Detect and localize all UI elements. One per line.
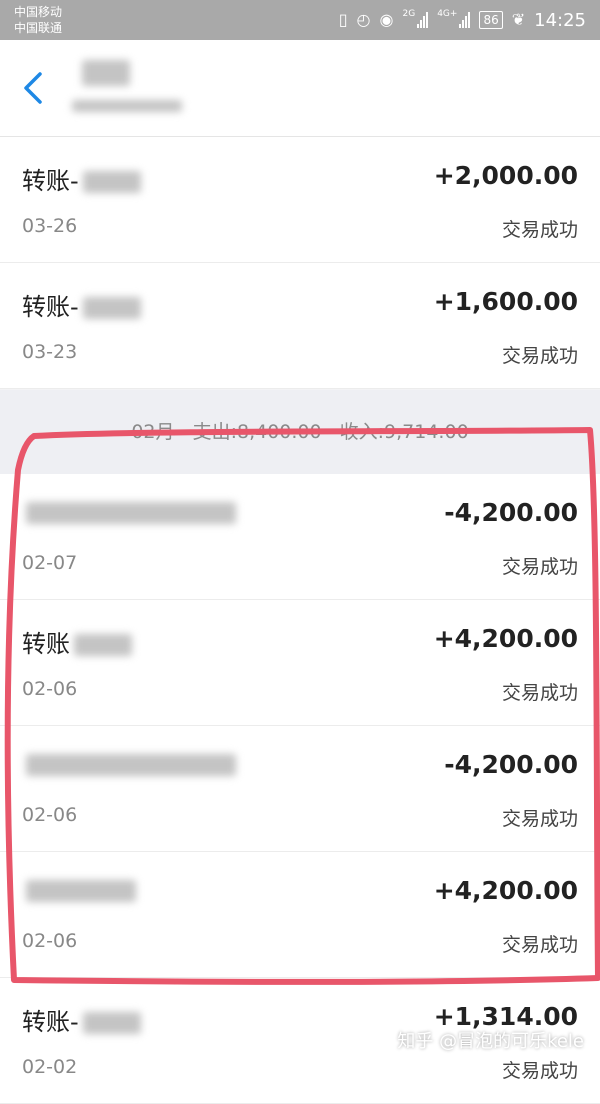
redacted-text (74, 634, 132, 656)
transaction-status: 交易成功 (501, 345, 578, 367)
transaction-item[interactable]: 转账- +1,600.00 03-23 交易成功 (0, 263, 600, 389)
transaction-item[interactable]: -4,200.00 02-06 交易成功 (0, 726, 600, 852)
transaction-status: 交易成功 (501, 1060, 578, 1082)
transaction-status: 交易成功 (501, 682, 578, 704)
transaction-group-february: -4,200.00 02-07 交易成功 转账 +4,200.00 02-06 … (0, 474, 600, 1104)
redacted-text (26, 502, 236, 524)
contact-name-redacted (82, 60, 130, 86)
transaction-name (22, 876, 136, 904)
transaction-amount: -4,200.00 (444, 750, 578, 779)
transaction-name: 转账- (22, 1002, 141, 1037)
transaction-date: 02-06 (22, 678, 78, 700)
transaction-status: 交易成功 (501, 556, 578, 578)
transaction-date: 02-06 (22, 930, 78, 952)
transaction-name: 转账- (22, 161, 141, 196)
transaction-date: 03-23 (22, 341, 78, 363)
month-income: 收入:9,714.00 (339, 421, 469, 443)
alarm-icon: ◴ (356, 10, 371, 29)
month-label: 02月 (131, 421, 175, 443)
transaction-name: 转账 (22, 624, 132, 659)
status-icons: ▯ ◴ ◉ 2G 4G+ 86 ❦ 14:25 (339, 8, 586, 32)
transaction-name: 转账- (22, 287, 141, 322)
transaction-status: 交易成功 (501, 219, 578, 241)
redacted-text (82, 297, 141, 319)
leaf-icon: ❦ (511, 10, 526, 29)
eye-icon: ◉ (379, 10, 394, 29)
transaction-status: 交易成功 (501, 808, 578, 830)
transaction-name (22, 750, 236, 778)
network-type-2: 4G+ (437, 9, 458, 19)
watermark: 知乎 @冒泡的可乐kele (397, 1031, 584, 1052)
redacted-text (82, 171, 141, 193)
back-button[interactable] (20, 68, 54, 108)
transaction-date: 02-02 (22, 1056, 78, 1078)
vibrate-icon: ▯ (338, 10, 348, 29)
transaction-item[interactable]: 转账- +2,000.00 03-26 交易成功 (0, 137, 600, 263)
redacted-text (82, 1012, 141, 1034)
transaction-group-march: 转账- +2,000.00 03-26 交易成功 转账- +1,600.00 0… (0, 137, 600, 389)
transaction-item[interactable]: +4,200.00 02-06 交易成功 (0, 852, 600, 978)
month-summary-header: 02月 支出:8,400.00 收入:9,714.00 (0, 390, 600, 474)
transaction-item[interactable]: 转账 +4,200.00 02-06 交易成功 (0, 600, 600, 726)
month-expense: 支出:8,400.00 (192, 421, 322, 443)
transaction-item[interactable]: -4,200.00 02-07 交易成功 (0, 474, 600, 600)
chevron-left-icon (24, 72, 42, 104)
carrier-2: 中国联通 (14, 21, 63, 35)
signal-icon-2 (459, 12, 471, 28)
battery-icon: 86 (479, 11, 503, 29)
signal-icon-1 (417, 12, 429, 28)
nav-bar (0, 40, 600, 137)
transaction-date: 02-07 (22, 552, 78, 574)
transaction-status: 交易成功 (501, 934, 578, 956)
contact-account-redacted (72, 100, 182, 112)
redacted-text (26, 754, 236, 776)
network-type-1: 2G (402, 9, 416, 19)
transaction-amount: -4,200.00 (444, 498, 578, 527)
transaction-date: 03-26 (22, 215, 78, 237)
status-bar: 中国移动 中国联通 ▯ ◴ ◉ 2G 4G+ 86 ❦ 14:25 (0, 0, 600, 40)
transaction-date: 02-06 (22, 804, 78, 826)
carrier-1: 中国移动 (14, 5, 63, 19)
clock: 14:25 (534, 9, 586, 31)
carrier-info: 中国移动 中国联通 (14, 4, 62, 36)
redacted-text (26, 880, 136, 902)
transaction-amount: +2,000.00 (433, 161, 578, 190)
transaction-amount: +4,200.00 (433, 876, 578, 905)
transaction-amount: +1,600.00 (433, 287, 578, 316)
transaction-name (22, 498, 236, 526)
transaction-amount: +4,200.00 (433, 624, 578, 653)
